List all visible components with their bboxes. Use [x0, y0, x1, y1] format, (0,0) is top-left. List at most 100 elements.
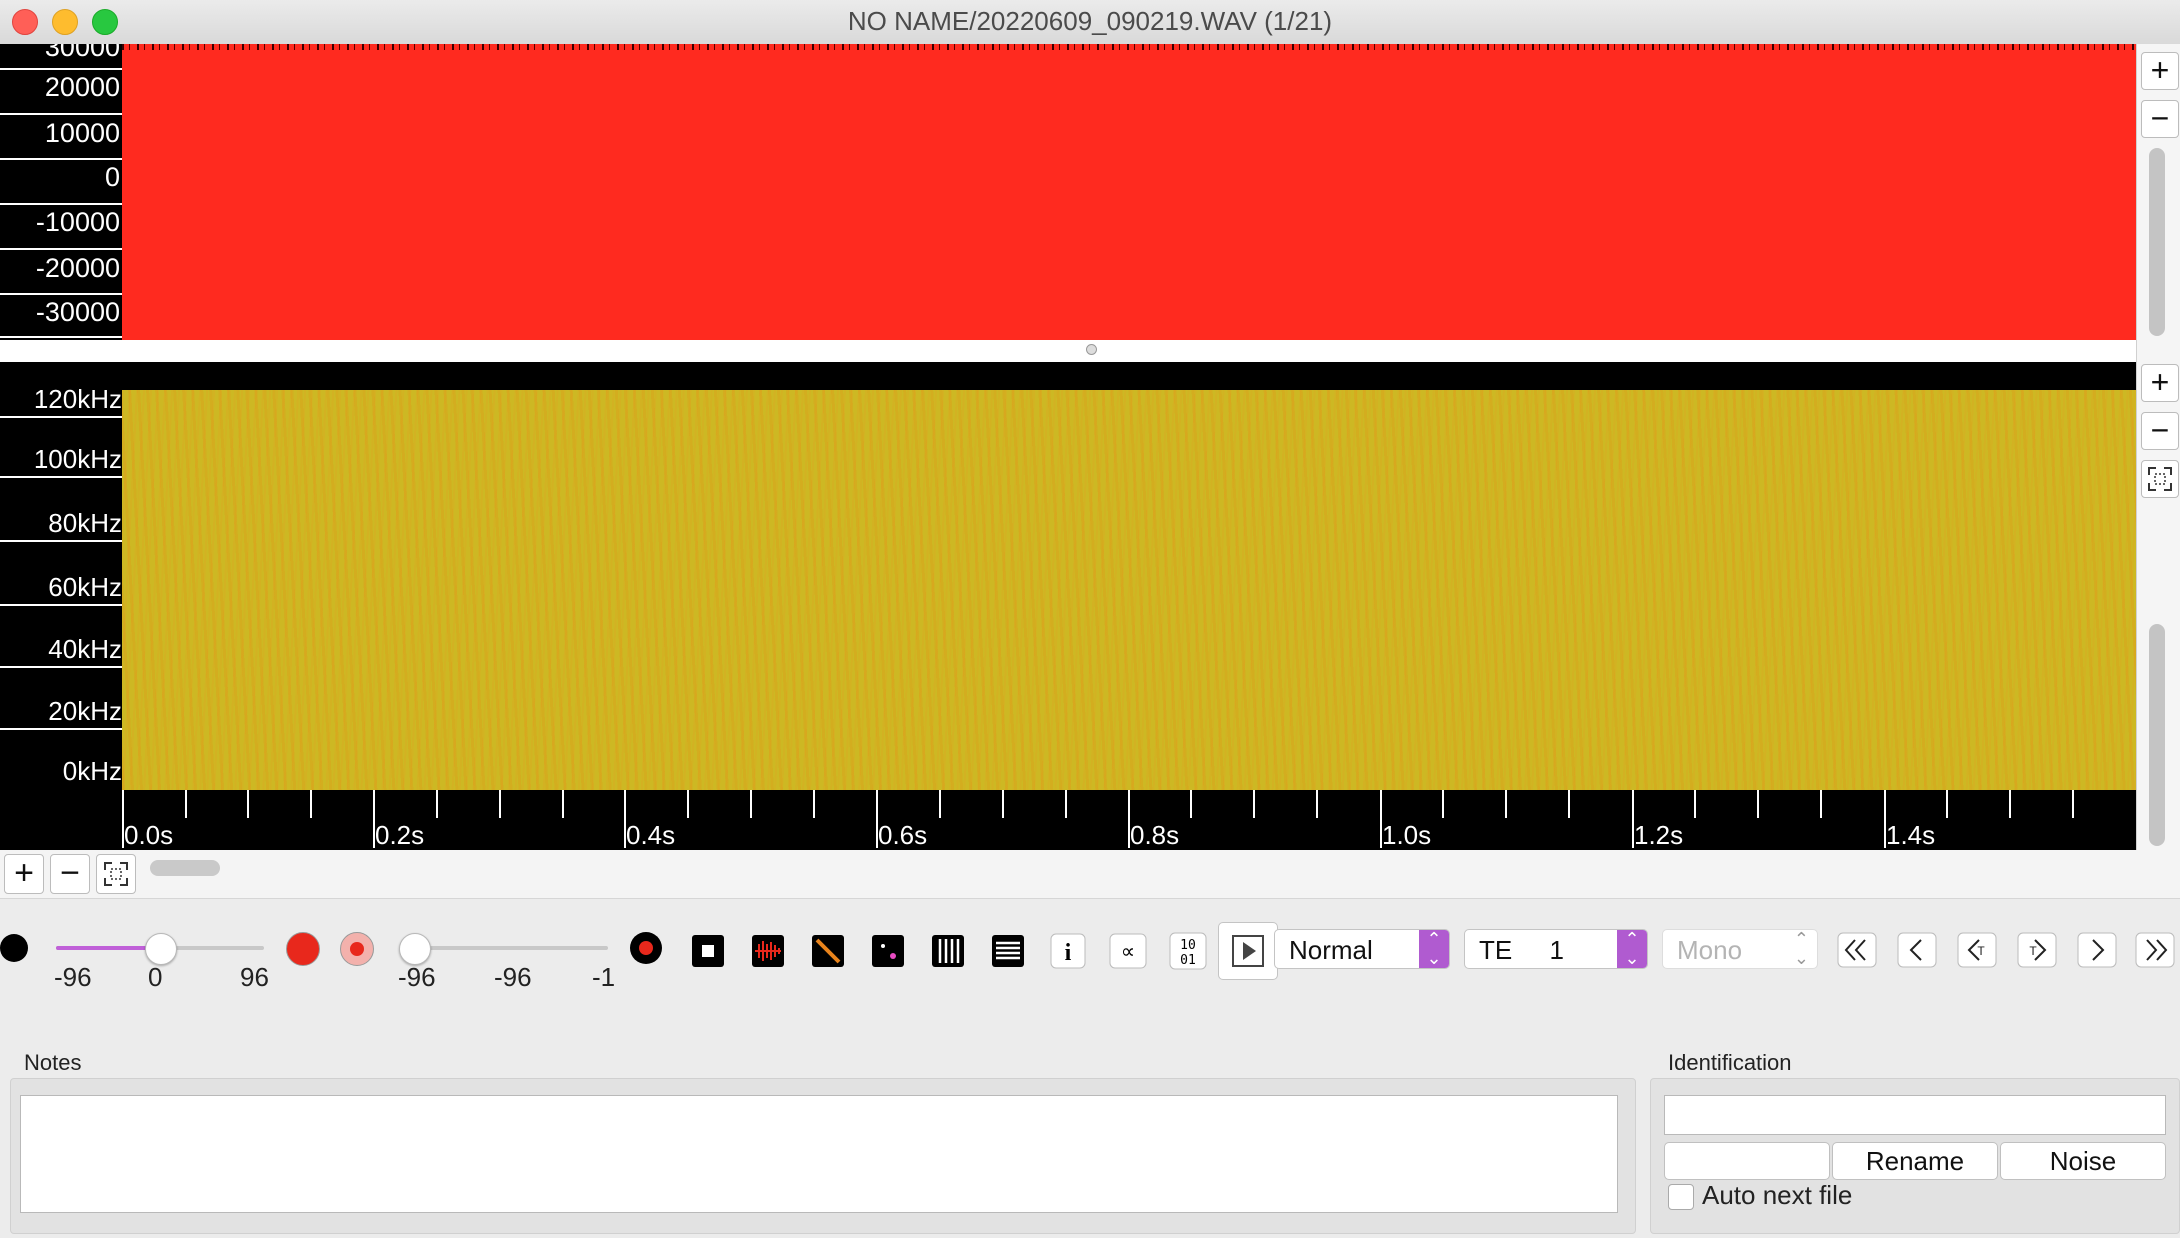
identification-input[interactable] — [1664, 1095, 2166, 1135]
points-view-button[interactable] — [864, 928, 912, 974]
waveform-y-tick — [0, 203, 122, 205]
binary-button[interactable]: 10 01 — [1164, 928, 1212, 974]
frequency-label: 80kHz — [48, 508, 122, 538]
frequency-tick — [0, 540, 122, 542]
time-zoom-out-button[interactable]: − — [50, 854, 90, 894]
previous-file-button[interactable] — [1894, 928, 1940, 972]
threshold-value-3: -1 — [592, 962, 616, 992]
channel-value: Mono — [1677, 935, 1743, 965]
time-tick — [499, 790, 501, 818]
sweep-icon — [812, 935, 844, 967]
horizontal-lines-icon — [992, 935, 1024, 967]
waveform-y-tick — [0, 293, 122, 295]
time-tick — [436, 790, 438, 818]
svg-text:10: 10 — [1180, 938, 1196, 953]
spectrogram-fit-button[interactable] — [2141, 460, 2179, 498]
frequency-label: 120kHz — [33, 384, 122, 414]
waveform-zoom-in-button[interactable]: + — [2141, 52, 2179, 90]
pane-splitter[interactable] — [0, 340, 2136, 362]
double-chevron-left-icon — [1837, 932, 1877, 968]
play-mode-value: Normal — [1289, 935, 1373, 965]
waveform-vertical-scrollbar[interactable] — [2149, 148, 2165, 336]
time-tick — [185, 790, 187, 818]
time-tick — [1065, 790, 1067, 818]
time-zoom-in-button[interactable]: + — [4, 854, 44, 894]
identification-label: Identification — [1668, 1050, 1792, 1075]
spectrogram-plot[interactable] — [122, 390, 2136, 790]
fit-view-icon — [2148, 467, 2172, 491]
spectrogram-y-axis: 120kHz 100kHz 80kHz 60kHz 40kHz 20kHz 0k… — [0, 384, 122, 790]
play-mode-select[interactable]: Normal ⌃ ⌄ — [1274, 929, 1450, 969]
waveform-zoom-out-button[interactable]: − — [2141, 100, 2179, 138]
time-tick — [310, 790, 312, 818]
last-file-button[interactable] — [2132, 928, 2178, 972]
next-tagged-button[interactable]: T — [2014, 928, 2060, 972]
play-icon — [1232, 935, 1264, 967]
chevron-up-down-icon: ⌃ ⌄ — [1617, 930, 1647, 968]
waveform-y-label: 10000 — [44, 118, 120, 148]
threshold-slider-track[interactable] — [400, 946, 608, 950]
waveform-y-tick — [0, 248, 122, 250]
first-file-button[interactable] — [1834, 928, 1880, 972]
chevron-up-down-icon: ⌃ ⌄ — [1419, 930, 1449, 968]
waveform-y-label: 0 — [104, 162, 120, 192]
waveform-y-label: 20000 — [44, 72, 120, 102]
noise-button[interactable]: Noise — [2000, 1142, 2166, 1180]
time-tick — [2072, 790, 2074, 818]
te-select[interactable]: TE 1 ⌃ ⌄ — [1464, 929, 1648, 969]
horizontal-controls: + − — [0, 850, 2180, 899]
gain-current-value: 0 — [148, 962, 163, 992]
black-record-button[interactable] — [630, 932, 662, 964]
gain-slider-knob[interactable] — [145, 933, 177, 965]
title-bar: NO NAME/20220609_090219.WAV (1/21) — [0, 0, 2180, 45]
svg-text:i: i — [1065, 940, 1072, 966]
time-tick — [939, 790, 941, 818]
alpha-button[interactable]: ∝ — [1104, 928, 1152, 974]
splitter-handle[interactable] — [1086, 344, 1097, 355]
play-button[interactable] — [1218, 922, 1278, 980]
points-icon — [872, 935, 904, 967]
rename-button[interactable]: Rename — [1832, 1142, 1998, 1180]
time-tick — [1442, 790, 1444, 818]
frequency-tick — [0, 728, 122, 730]
frequency-label: 60kHz — [48, 572, 122, 602]
threshold-slider-knob[interactable] — [399, 933, 431, 965]
info-button[interactable]: i — [1044, 928, 1092, 974]
auto-next-checkbox[interactable] — [1668, 1184, 1694, 1210]
spectrogram-zoom-in-button[interactable]: + — [2141, 364, 2179, 402]
time-tick — [1316, 790, 1318, 818]
record-dot-icon — [639, 941, 653, 955]
red-record-button[interactable] — [286, 932, 320, 966]
spectrogram-header — [0, 362, 2136, 390]
next-file-button[interactable] — [2074, 928, 2120, 972]
time-tick — [562, 790, 564, 818]
te-label: TE — [1479, 935, 1513, 965]
pulse-view-button[interactable] — [744, 928, 792, 974]
waveform-plot[interactable] — [122, 44, 2136, 340]
frequency-label: 40kHz — [48, 634, 122, 664]
waveform-y-label: -30000 — [35, 297, 120, 327]
spectrogram-vertical-scrollbar[interactable] — [2149, 624, 2165, 846]
time-tick — [813, 790, 815, 818]
stop-button[interactable] — [684, 928, 732, 974]
channel-select[interactable]: Mono ⌃ ⌄ — [1662, 929, 1818, 969]
chevron-right-icon — [2077, 932, 2117, 968]
frequency-tick — [0, 604, 122, 606]
time-fit-button[interactable] — [96, 854, 136, 894]
record-dot-icon — [350, 942, 364, 956]
horizontal-grid-button[interactable] — [984, 928, 1032, 974]
time-scrollbar[interactable] — [150, 860, 220, 876]
waveform-y-tick — [0, 158, 122, 160]
notes-label: Notes — [24, 1050, 82, 1075]
identification-blank-button[interactable] — [1664, 1142, 1830, 1180]
record-trigger-button[interactable] — [340, 932, 374, 966]
previous-tagged-button[interactable]: T — [1954, 928, 2000, 972]
vertical-grid-button[interactable] — [924, 928, 972, 974]
time-tick — [1190, 790, 1192, 818]
spectrogram-zoom-out-button[interactable]: − — [2141, 412, 2179, 450]
waveform-peak-edge — [122, 44, 2136, 50]
time-tick — [1820, 790, 1822, 818]
sweep-view-button[interactable] — [804, 928, 852, 974]
notes-textarea[interactable] — [20, 1095, 1618, 1213]
frequency-label: 0kHz — [62, 756, 122, 786]
